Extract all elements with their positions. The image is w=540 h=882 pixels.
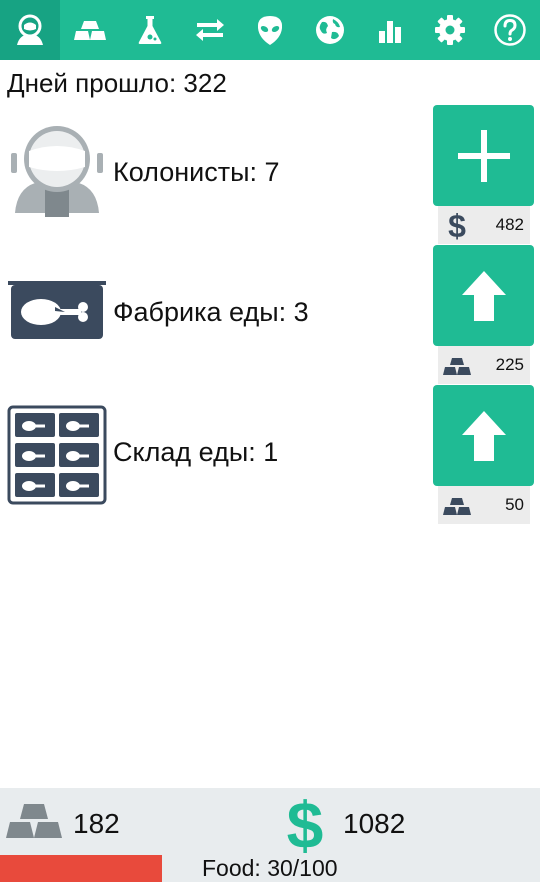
food-factory-cost-value: 225 <box>495 355 524 374</box>
food-label: Food: 30/100 <box>202 855 338 881</box>
tab-stats[interactable] <box>360 0 420 60</box>
exchange-icon <box>196 19 224 41</box>
colonist-avatar-icon <box>11 126 103 217</box>
days-passed-label: Дней прошло: 322 <box>7 68 227 98</box>
colonist-cost-value: 482 <box>495 215 524 234</box>
astronaut-icon <box>17 14 43 45</box>
top-tab-bar <box>0 0 540 60</box>
metal-bars-icon <box>443 498 471 515</box>
globe-icon <box>316 16 344 44</box>
flask-icon <box>138 16 162 44</box>
food-storage-label: Склад еды: 1 <box>113 437 279 467</box>
food-progress-bar <box>0 855 162 882</box>
tab-aliens[interactable] <box>240 0 300 60</box>
metal-bars-icon <box>443 358 471 375</box>
arrow-up-icon <box>461 270 506 321</box>
add-colonist-button[interactable] <box>433 105 534 206</box>
food-storage-cost-value: 50 <box>505 495 524 514</box>
dollar-icon: $ <box>287 792 324 854</box>
list-item-colonists: Колонисты: 7 $ 482 <box>0 105 540 245</box>
list-item-food-storage: Склад еды: 1 50 <box>0 385 540 525</box>
upgrade-food-factory-button[interactable] <box>433 245 534 346</box>
help-icon <box>494 14 526 46</box>
plus-icon <box>457 129 510 182</box>
food-storage-icon <box>7 405 107 505</box>
tab-settings[interactable] <box>420 0 480 60</box>
list-item-food-factory: Фабрика еды: 3 225 <box>0 245 540 385</box>
bar-chart-icon <box>379 21 401 43</box>
svg-text:$: $ <box>287 792 324 854</box>
food-factory-icon <box>8 281 106 339</box>
arrow-up-icon <box>461 410 506 461</box>
gear-icon <box>435 15 465 45</box>
tab-trade[interactable] <box>180 0 240 60</box>
tab-colonists[interactable] <box>0 0 60 60</box>
tab-resources[interactable] <box>60 0 120 60</box>
resource-status-bar: 182 $ 1082 Food: 30/100 <box>0 788 540 882</box>
upgrade-food-storage-button[interactable] <box>433 385 534 486</box>
colonist-cost: $ 482 <box>438 206 530 244</box>
food-storage-cost: 50 <box>438 486 530 524</box>
tab-help[interactable] <box>480 0 540 60</box>
money-amount: 1082 <box>343 808 406 839</box>
tab-research[interactable] <box>120 0 180 60</box>
metal-amount: 182 <box>73 808 120 839</box>
metal-bars-icon <box>74 21 106 40</box>
dollar-icon: $ <box>448 210 466 240</box>
colonists-label: Колонисты: 7 <box>113 157 280 187</box>
metal-bars-icon <box>6 804 62 838</box>
food-factory-cost: 225 <box>438 346 530 384</box>
tab-planet[interactable] <box>300 0 360 60</box>
alien-icon <box>257 16 283 45</box>
svg-text:$: $ <box>448 210 466 240</box>
food-factory-label: Фабрика еды: 3 <box>113 297 309 327</box>
